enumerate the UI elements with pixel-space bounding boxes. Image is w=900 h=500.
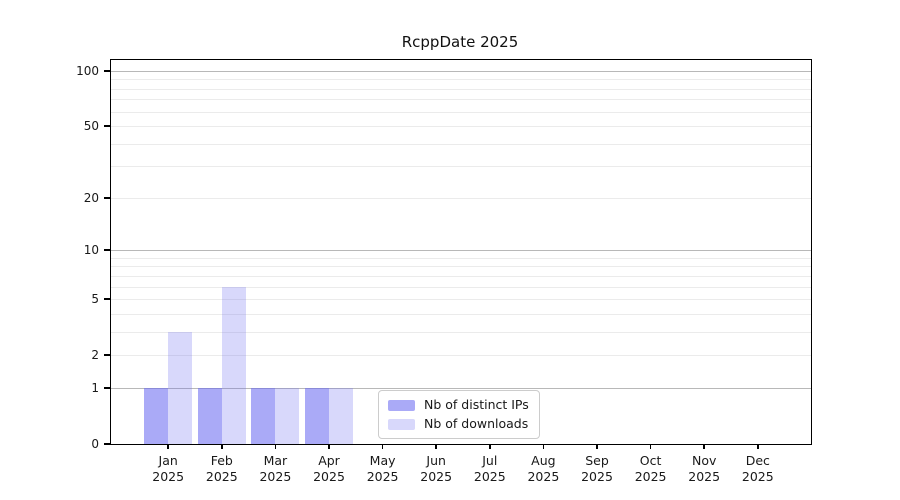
y-axis-tick-label: 5 [91,292,99,307]
y-axis-tick-label: 50 [83,119,99,134]
x-axis-tick-label: Dec 2025 [726,453,790,485]
bar-distinct-ips [197,387,222,444]
legend: Nb of distinct IPs Nb of downloads [378,390,540,439]
y-axis-tick [103,387,110,389]
x-label-year: 2025 [741,469,774,484]
y-axis-tick [103,354,110,356]
y-axis-tick-label: 100 [76,64,99,78]
y-axis-tick-label: 10 [83,243,99,258]
y-axis-tick-label: 1 [91,380,99,395]
gridline-minor [111,111,811,113]
bar-downloads [221,286,246,444]
x-axis-tick [596,444,598,449]
gridline-minor [111,313,811,315]
legend-label-downloads: Nb of downloads [424,416,529,431]
gridline-minor [111,299,811,301]
bar-distinct-ips [251,387,276,444]
gridline-minor [111,166,811,168]
y-axis-tick [103,125,110,127]
figure: RcppDate 2025 0 1 2 5 10 20 50 100 Jan 2025 Feb 202… [0,0,900,500]
y-axis-tick [103,298,110,300]
legend-swatch-downloads [388,418,415,430]
y-axis-tick-label: 0 [91,437,99,451]
bar-downloads [168,331,193,444]
plot-area: 0 1 2 5 10 20 50 100 Jan 2025 Feb 2025 Mar 2025 Apr 202… [76,59,812,484]
gridline-minor [111,126,811,128]
x-axis-tick [703,444,705,449]
x-axis-tick [435,444,437,449]
gridline-minor [111,99,811,101]
y-axis-tick [103,443,110,445]
legend-item-downloads: Nb of downloads [388,417,529,431]
x-axis-tick [489,444,491,449]
legend-swatch-distinct-ips [388,399,415,411]
bar-distinct-ips [305,387,329,444]
gridline-minor [111,197,811,199]
gridline-major [111,250,811,252]
x-axis-tick [757,444,759,449]
gridline-minor [111,79,811,81]
bar-distinct-ips [144,387,169,444]
gridline-minor [111,88,811,90]
y-axis-tick [103,197,110,199]
gridline-minor [111,275,811,277]
x-axis-tick [328,444,330,449]
x-axis-tick [381,444,384,449]
gridline-major [111,71,811,72]
bar-downloads [275,387,300,444]
gridline-minor [111,143,811,145]
x-axis-tick [649,444,652,449]
legend-label-distinct-ips: Nb of distinct IPs [424,397,529,412]
x-axis-tick [542,444,545,449]
x-label-month: Dec [745,453,770,468]
gridline-minor [111,286,811,288]
legend-item-distinct-ips: Nb of distinct IPs [388,398,529,412]
x-axis-tick [167,444,169,449]
y-axis-tick-label: 2 [91,348,99,363]
x-axis-tick [221,444,223,449]
bar-downloads [329,387,353,444]
gridline-minor [111,331,811,333]
chart-title: RcppDate 2025 [401,33,519,51]
gridline-minor [111,355,811,357]
y-axis-tick [103,249,110,251]
y-axis-tick-label: 20 [83,190,99,205]
x-axis-tick [274,444,277,449]
y-axis-tick [103,70,110,72]
gridline-minor [111,266,811,268]
gridline-minor [111,257,811,259]
